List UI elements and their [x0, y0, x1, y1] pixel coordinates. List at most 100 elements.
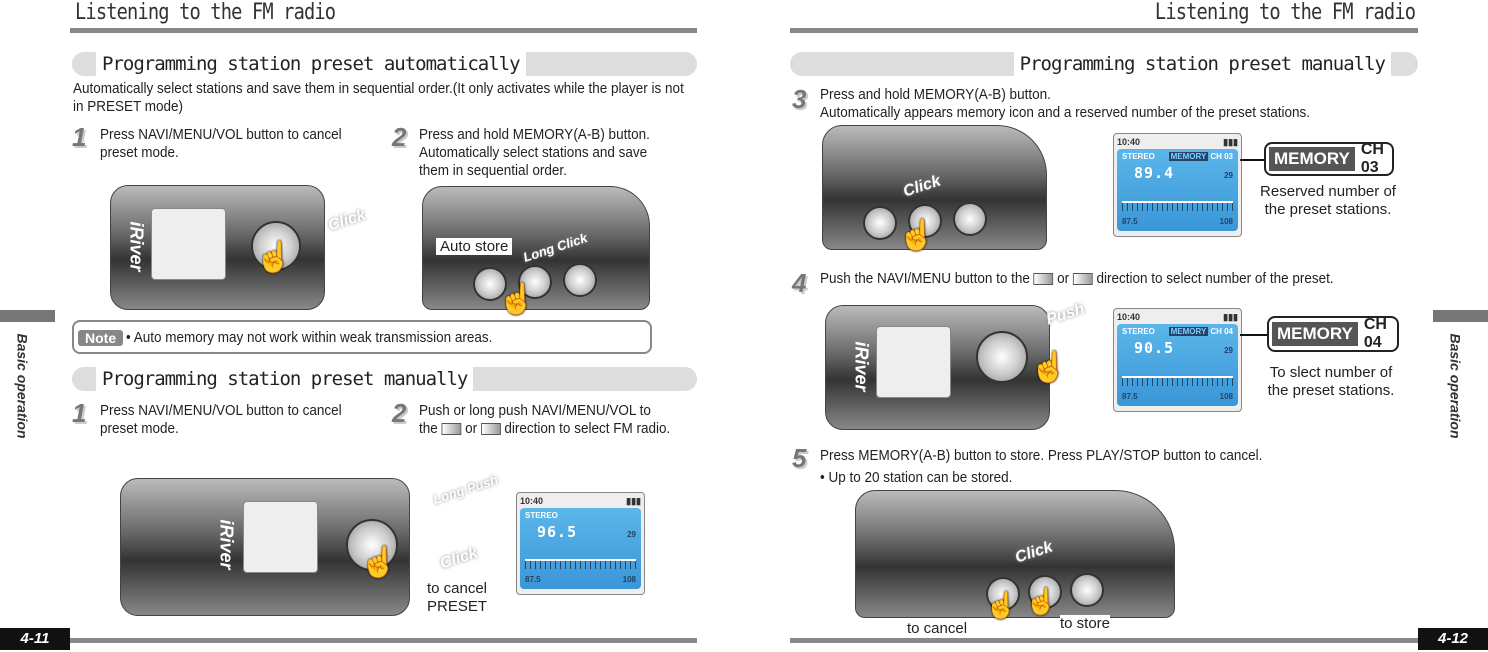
device-logo: iRiver [126, 221, 147, 272]
tuning-scale [1122, 201, 1233, 211]
battery-icon: ▮▮▮ [1223, 312, 1238, 322]
step-text: Press NAVI/MENU/VOL button to cancel pre… [100, 402, 342, 437]
memory-label: MEMORY [1269, 147, 1355, 171]
stereo-label: STEREO [525, 511, 558, 520]
right-page-header: Listening to the FM radio [1154, 0, 1416, 25]
pointing-hand-icon: ☝ [898, 219, 936, 252]
step-text-part: or [465, 420, 478, 437]
note-text: • Auto memory may not work within weak t… [126, 329, 493, 346]
channel-label: CH 03 [1360, 141, 1384, 176]
note-box: Note • Auto memory may not work within w… [72, 320, 652, 354]
frequency: 90.5 [1134, 339, 1175, 357]
step-number: 4 [792, 268, 807, 298]
callout-caption: To slect number of the preset stations. [1267, 364, 1395, 399]
note-label: Note [78, 330, 124, 346]
player-device-image: iRiver [825, 305, 1050, 430]
click-bubble: Click [438, 544, 480, 573]
button [863, 206, 897, 240]
header-rule [70, 28, 697, 33]
to-store-label: to store [1060, 615, 1111, 632]
pointing-hand-icon: ☝ [255, 241, 293, 274]
device-screen [151, 208, 226, 280]
step-text: Press NAVI/MENU/VOL button to cancel pre… [100, 126, 342, 161]
step-number: 1 [72, 122, 87, 152]
step-line: Press and hold MEMORY(A-B) button. [820, 86, 1051, 103]
step-number: 1 [72, 398, 87, 428]
scale-low: 87.5 [1122, 217, 1138, 226]
device-logo: iRiver [851, 341, 872, 392]
memory-indicator: MEMORY [1168, 152, 1209, 161]
pointing-hand-icon: ☝ [1025, 586, 1058, 616]
step-number: 5 [792, 443, 807, 473]
player-device-image: iRiver [110, 185, 325, 310]
side-tab [1433, 310, 1488, 322]
pointing-hand-icon: ☝ [360, 546, 398, 579]
scale-high: 108 [1219, 217, 1233, 226]
cancel-preset-label: to cancel PRESET [426, 580, 488, 615]
clock-time: 10:40 [1117, 312, 1141, 322]
memory-callout: MEMORY CH 04 [1267, 316, 1399, 352]
step-text: Push or long push NAVI/MENU/VOL to the o… [419, 402, 671, 438]
click-bubble: Click [326, 206, 368, 235]
next-button-icon [480, 423, 501, 436]
battery-icon: ▮▮▮ [626, 496, 641, 506]
callout-line [1240, 334, 1268, 336]
scale-low: 87.5 [525, 575, 541, 584]
pointing-hand-icon: ☝ [1030, 351, 1068, 384]
device-screen [243, 501, 318, 573]
device-logo: iRiver [216, 519, 237, 570]
step-line: • Up to 20 station can be stored. [820, 469, 1013, 486]
left-page-header: Listening to the FM radio [75, 0, 336, 25]
step-text: Press MEMORY(A-B) button to store. Press… [820, 445, 1378, 489]
scale-low: 87.5 [1122, 392, 1138, 401]
callout-line [1240, 159, 1265, 161]
step-text: Press and hold MEMORY(A-B) button. Autom… [820, 86, 1378, 122]
memory-indicator: MEMORY [1168, 327, 1209, 336]
lcd-screen-90-5: 10:40 ▮▮▮ STEREO MEMORY CH 04 90.5 29 87.5… [1113, 308, 1242, 412]
memory-callout: MEMORY CH 03 [1264, 141, 1394, 176]
callout-caption: Reserved number of the preset stations. [1260, 183, 1396, 218]
channel: CH 03 [1210, 152, 1233, 161]
long-push-bubble: Long Push [431, 471, 500, 508]
prev-button-icon [441, 423, 462, 436]
section-title-auto: Programming station preset automatically [96, 52, 526, 76]
pointing-hand-icon: ☝ [985, 590, 1018, 620]
lcd-screen-89-4: 10:40 ▮▮▮ STEREO MEMORY CH 03 89.4 29 87.5… [1113, 133, 1242, 237]
side-tab-label: Basic operation [14, 333, 31, 439]
frequency: 89.4 [1134, 164, 1175, 182]
to-cancel-label: to cancel [907, 620, 968, 637]
clock-time: 10:40 [1117, 137, 1141, 147]
step-text-part: Push the NAVI/MENU button to the [820, 270, 1030, 287]
step-text: Push the NAVI/MENU button to the or dire… [820, 270, 1396, 288]
footer-rule [790, 638, 1418, 643]
scale-high: 108 [1219, 392, 1233, 401]
section-title-manual: Programming station preset manually [96, 367, 474, 391]
prev-button-icon [1033, 273, 1054, 286]
volume: 29 [627, 530, 636, 539]
footer-rule [70, 638, 697, 643]
side-tab [0, 310, 55, 322]
tuning-scale [525, 559, 636, 569]
step-line: Automatically appears memory icon and a … [820, 104, 1311, 121]
channel: CH 04 [1210, 327, 1233, 336]
step-number: 2 [392, 398, 407, 428]
page-number: 4-11 [0, 628, 70, 650]
mode-button [1070, 573, 1104, 607]
step-text-part: direction to select FM radio. [504, 420, 671, 437]
auto-store-label: Auto store [436, 238, 513, 255]
scale-high: 108 [622, 575, 636, 584]
clock-time: 10:40 [520, 496, 544, 506]
step-text: Press and hold MEMORY(A-B) button. Autom… [419, 126, 650, 179]
section-description: Automatically select stations and save t… [73, 80, 684, 115]
frequency: 96.5 [537, 523, 578, 541]
memory-label: MEMORY [1272, 322, 1358, 346]
volume: 29 [1224, 346, 1233, 355]
page-number: 4-12 [1418, 628, 1488, 650]
side-tab-label: Basic operation [1447, 333, 1464, 439]
step-number: 3 [792, 84, 807, 114]
tuning-scale [1122, 376, 1233, 386]
button [953, 202, 987, 236]
next-button-icon [1072, 273, 1093, 286]
header-rule [790, 28, 1418, 33]
push-bubble: Push [1044, 300, 1087, 329]
